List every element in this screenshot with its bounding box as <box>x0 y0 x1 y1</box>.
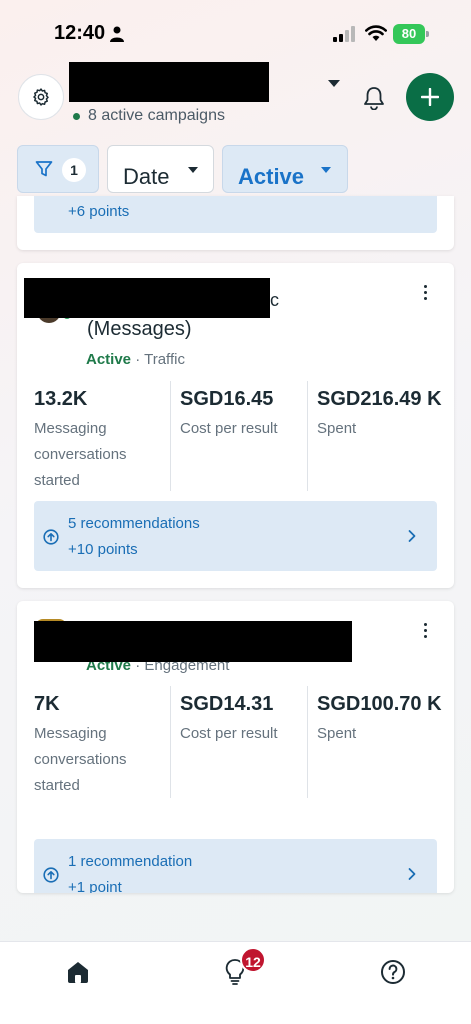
more-icon-dot <box>423 628 427 632</box>
metric-value: 7K <box>34 693 60 715</box>
date-dropdown[interactable]: Date <box>107 145 214 193</box>
chevron-right-icon <box>408 868 416 880</box>
status-bar: 12:40 80 <box>0 0 471 70</box>
status-time: 12:40 <box>54 22 106 44</box>
metric-cost-per-result: SGD14.31 Cost per result <box>170 686 298 798</box>
metric-spent: SGD216.49 K Spent <box>307 381 444 491</box>
campaign-name-redacted[interactable] <box>24 278 270 318</box>
metrics-row: 13.2K Messaging conversations started SG… <box>34 381 444 491</box>
more-options-button[interactable] <box>415 281 435 303</box>
status-dropdown[interactable]: Active <box>222 145 348 193</box>
metric-value: SGD100.70 K <box>317 693 442 715</box>
date-dropdown-label: Date <box>123 164 170 189</box>
campaign-card[interactable]: c (Messages) Active · Traffic 13.2K Mess… <box>17 263 454 588</box>
more-options-button[interactable] <box>415 619 435 641</box>
settings-button[interactable] <box>18 74 64 120</box>
recommendation-title: 1 recommendation <box>68 853 193 870</box>
active-dot <box>73 113 80 120</box>
person-icon <box>110 26 124 42</box>
metrics-row: 7K Messaging conversations started SGD14… <box>34 686 444 798</box>
filter-button[interactable]: 1 <box>17 145 99 193</box>
campaign-objective: Traffic <box>144 351 185 368</box>
chevron-right-icon <box>408 530 416 542</box>
recommendation-points: +6 points <box>68 203 130 220</box>
more-icon-dot <box>423 622 427 626</box>
recommendation-title: 5 recommendations <box>68 515 200 532</box>
metric-results: 7K Messaging conversations started <box>34 686 162 798</box>
metric-label: Cost per result <box>180 420 278 437</box>
more-icon-dot <box>423 296 427 300</box>
campaign-name-tail: c <box>270 290 279 310</box>
metric-value: SGD14.31 <box>180 693 274 715</box>
recommendations-banner[interactable]: 1 recommendation +1 point <box>34 839 437 893</box>
bell-icon <box>364 87 384 110</box>
recommendation-points: +1 point <box>68 879 122 893</box>
campaign-name-redacted[interactable] <box>34 621 352 662</box>
battery-tip <box>426 31 429 37</box>
notifications-button[interactable] <box>358 82 390 114</box>
metric-value: SGD216.49 K <box>317 388 442 410</box>
more-icon-dot <box>423 284 427 288</box>
metric-label: Spent <box>317 420 357 437</box>
battery-level: 80 <box>393 24 425 44</box>
wifi-icon <box>365 25 387 41</box>
metric-results: 13.2K Messaging conversations started <box>34 381 162 491</box>
campaign-card[interactable]: +6 points <box>17 196 454 250</box>
plus-icon <box>421 88 439 106</box>
help-icon <box>381 960 405 984</box>
metric-value: SGD16.45 <box>180 388 274 410</box>
arrow-up-circle-icon <box>43 867 59 883</box>
nav-home-tab[interactable] <box>62 956 94 988</box>
metric-label: Messaging conversations started <box>34 420 127 489</box>
campaign-meta: Active · Traffic <box>86 351 185 368</box>
metric-cost-per-result: SGD16.45 Cost per result <box>170 381 298 491</box>
metric-spent: SGD100.70 K Spent <box>307 686 444 798</box>
recommendations-banner[interactable]: 5 recommendations +10 points <box>34 501 437 571</box>
metric-label: Messaging conversations started <box>34 725 127 794</box>
battery-indicator: 80 <box>393 24 429 44</box>
notification-badge: 12 <box>240 947 266 973</box>
signal-icon <box>333 26 355 42</box>
metric-value: 13.2K <box>34 388 88 410</box>
caret-down-icon <box>188 167 198 173</box>
filter-icon <box>35 161 53 177</box>
campaign-name-subtitle: (Messages) <box>87 318 192 340</box>
campaign-card[interactable]: Active · Engagement 7K Messaging convers… <box>17 601 454 893</box>
gear-icon <box>33 88 49 106</box>
active-campaigns-count: 8 active campaigns <box>88 107 225 124</box>
home-icon <box>68 962 88 983</box>
meta-separator: · <box>135 351 145 368</box>
recommendations-banner[interactable]: +6 points <box>34 196 437 233</box>
campaign-status: Active <box>86 351 132 368</box>
bottom-navigation: 12 <box>0 941 471 1024</box>
filter-count-badge: 1 <box>62 158 86 182</box>
create-campaign-button[interactable] <box>406 73 454 121</box>
chevron-down-icon[interactable] <box>328 80 340 87</box>
account-name-redacted[interactable] <box>69 62 269 102</box>
nav-help-tab[interactable] <box>377 956 409 988</box>
status-dropdown-label: Active <box>238 164 305 189</box>
caret-down-icon <box>321 167 331 173</box>
recommendation-points: +10 points <box>68 541 138 558</box>
more-icon-dot <box>423 290 427 294</box>
metric-label: Spent <box>317 725 357 742</box>
arrow-up-circle-icon <box>43 529 59 545</box>
metric-label: Cost per result <box>180 725 278 742</box>
more-icon-dot <box>423 634 427 638</box>
